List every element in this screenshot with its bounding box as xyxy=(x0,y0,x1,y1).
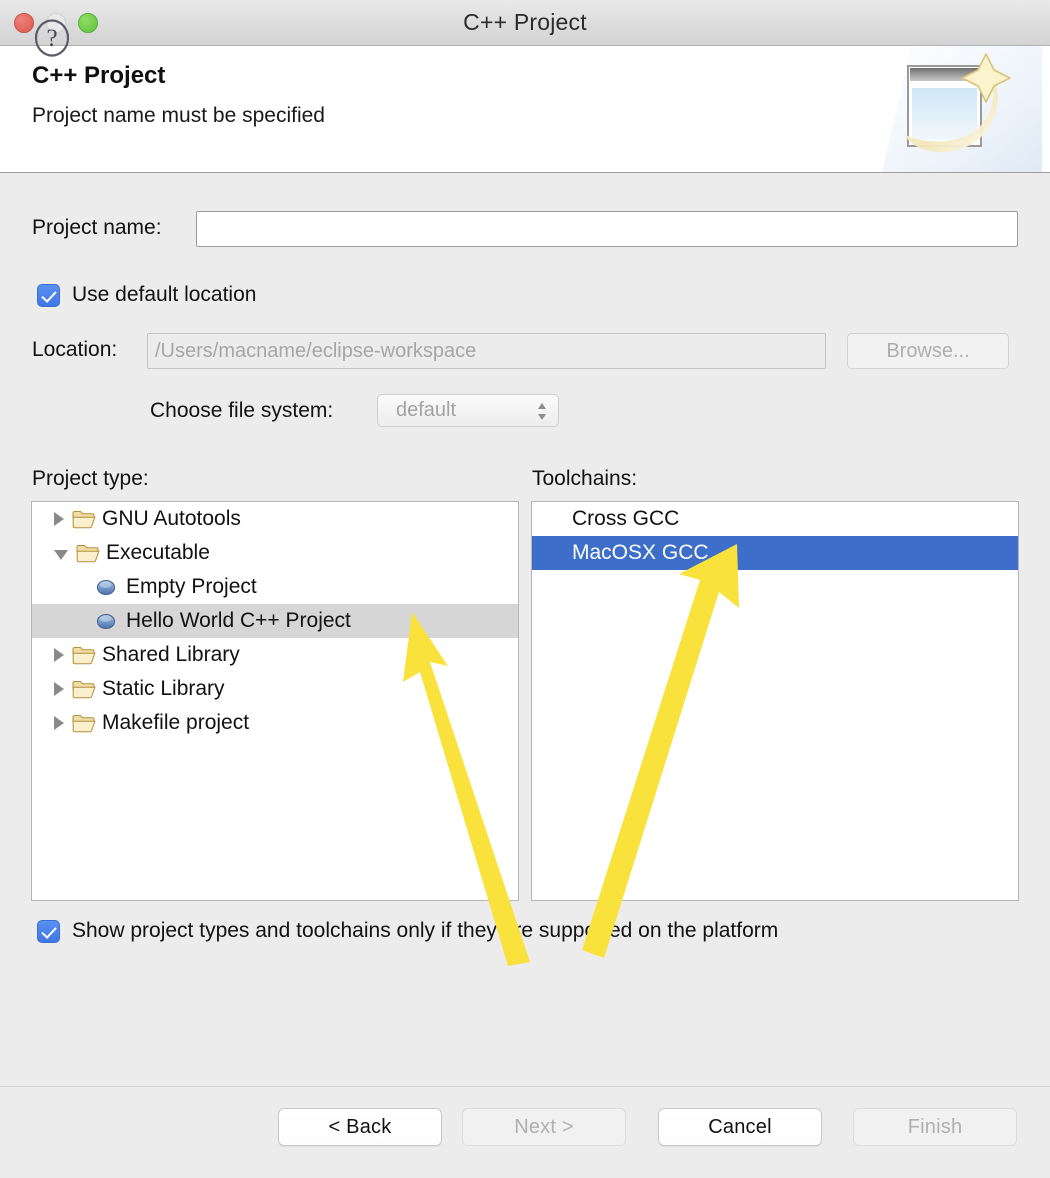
toolchain-label: Cross GCC xyxy=(572,507,680,530)
tree-row[interactable]: Executable xyxy=(32,536,518,570)
checkbox-checked-icon[interactable] xyxy=(37,919,60,943)
tree-row[interactable]: Static Library xyxy=(32,672,518,706)
location-input[interactable] xyxy=(147,333,826,369)
use-default-location-label: Use default location xyxy=(72,283,257,306)
toolchain-list-item[interactable]: MacOSX GCC xyxy=(532,536,1018,570)
svg-text:?: ? xyxy=(46,25,57,52)
help-icon[interactable]: ? xyxy=(33,19,71,57)
file-system-selected-value: default xyxy=(396,399,457,421)
toolchains-list[interactable]: Cross GCC MacOSX GCC xyxy=(531,501,1019,901)
wizard-header: C++ Project Project name must be specifi… xyxy=(0,46,1050,173)
folder-icon xyxy=(72,681,96,699)
toolchains-label: Toolchains: xyxy=(532,467,638,490)
tree-row[interactable]: Hello World C++ Project xyxy=(32,604,518,638)
tree-row-label: GNU Autotools xyxy=(102,507,241,530)
tree-row-label: Hello World C++ Project xyxy=(126,609,351,632)
chevron-up-down-icon xyxy=(538,403,546,420)
folder-icon xyxy=(72,647,96,665)
tree-row-label: Executable xyxy=(106,541,210,564)
browse-button[interactable]: Browse... xyxy=(847,333,1009,369)
toolchain-label: MacOSX GCC xyxy=(572,541,709,564)
platform-filter-label: Show project types and toolchains only i… xyxy=(72,919,779,942)
toolchain-list-item[interactable]: Cross GCC xyxy=(532,502,1018,536)
finish-button[interactable]: Finish xyxy=(853,1108,1017,1146)
triangle-right-icon[interactable] xyxy=(54,512,64,526)
tree-row-label: Static Library xyxy=(102,677,225,700)
choose-file-system-label: Choose file system: xyxy=(150,399,334,422)
location-label: Location: xyxy=(32,338,118,361)
triangle-right-icon[interactable] xyxy=(54,716,64,730)
cpp-project-wizard-dialog: C++ Project C++ Project Project name mus… xyxy=(0,0,1050,1178)
tree-row-label: Shared Library xyxy=(102,643,240,666)
folder-icon xyxy=(72,715,96,733)
window-title: C++ Project xyxy=(463,9,587,35)
platform-filter-checkbox[interactable]: Show project types and toolchains only i… xyxy=(37,919,778,943)
project-name-input[interactable] xyxy=(196,211,1018,247)
tree-row-label: Empty Project xyxy=(126,575,257,598)
cancel-button[interactable]: Cancel xyxy=(658,1108,822,1146)
project-name-label: Project name: xyxy=(32,216,162,239)
tree-row[interactable]: Empty Project xyxy=(32,570,518,604)
back-button[interactable]: < Back xyxy=(278,1108,442,1146)
folder-icon xyxy=(72,511,96,529)
checkbox-checked-icon[interactable] xyxy=(37,283,60,307)
next-button[interactable]: Next > xyxy=(462,1108,626,1146)
tree-row[interactable]: GNU Autotools xyxy=(32,502,518,536)
page-subtitle-message: Project name must be specified xyxy=(32,104,325,127)
blue-sphere-icon xyxy=(96,580,116,595)
project-type-tree[interactable]: GNU Autotools Executable Empty Project Hell… xyxy=(31,501,519,901)
triangle-right-icon[interactable] xyxy=(54,682,64,696)
blue-sphere-icon xyxy=(96,614,116,629)
folder-icon xyxy=(76,545,100,563)
use-default-location-checkbox[interactable]: Use default location xyxy=(37,283,256,307)
window-titlebar: C++ Project xyxy=(0,0,1050,46)
tree-row[interactable]: Makefile project xyxy=(32,706,518,740)
page-title: C++ Project xyxy=(32,62,166,89)
new-project-wizard-banner-icon xyxy=(882,46,1042,172)
project-type-label: Project type: xyxy=(32,467,149,490)
file-system-select[interactable]: default xyxy=(377,394,559,427)
triangle-down-icon[interactable] xyxy=(54,549,68,560)
triangle-right-icon[interactable] xyxy=(54,648,64,662)
tree-row-label: Makefile project xyxy=(102,711,250,734)
tree-row[interactable]: Shared Library xyxy=(32,638,518,672)
